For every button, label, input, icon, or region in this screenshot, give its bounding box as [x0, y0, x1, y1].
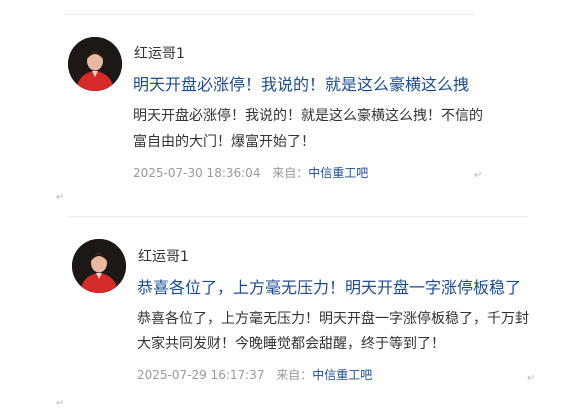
return-mark: ↵: [56, 398, 65, 409]
return-mark: ↵: [474, 170, 483, 181]
username[interactable]: 红运哥1: [138, 246, 189, 266]
avatar[interactable]: [68, 37, 122, 91]
top-divider: [65, 14, 475, 15]
username[interactable]: 红运哥1: [134, 43, 185, 63]
return-mark: ↵: [527, 373, 536, 384]
source-label: 来自：: [276, 368, 313, 382]
post-body-line: 大家共同发财！今晚睡觉都会甜醒，终于等到了！: [137, 336, 445, 352]
post-timestamp: 2025-07-29 16:17:37: [137, 368, 265, 382]
post-divider: [68, 216, 528, 217]
forum-link[interactable]: 中信重工吧: [308, 166, 368, 180]
post-meta: 2025-07-29 16:17:37 来自：中信重工吧: [137, 366, 372, 383]
post-body-line: 富自由的大门！爆富开始了！: [133, 134, 315, 150]
post-meta: 2025-07-30 18:36:04 来自：中信重工吧: [133, 164, 368, 181]
return-mark: ↵: [56, 192, 65, 203]
avatar[interactable]: [72, 239, 126, 293]
forum-link[interactable]: 中信重工吧: [312, 368, 372, 382]
source-label: 来自：: [272, 166, 309, 180]
post-title-link[interactable]: 恭喜各位了，上方毫无压力！明天开盘一字涨停板稳了: [137, 274, 521, 298]
post-title-link[interactable]: 明天开盘必涨停！我说的！就是这么豪横这么拽: [133, 71, 469, 95]
post-body-line: 恭喜各位了，上方毫无压力！明天开盘一字涨停板稳了，千万封: [137, 311, 529, 327]
post-timestamp: 2025-07-30 18:36:04: [133, 166, 261, 180]
post-body-line: 明天开盘必涨停！我说的！就是这么豪横这么拽！不信的: [133, 108, 483, 124]
